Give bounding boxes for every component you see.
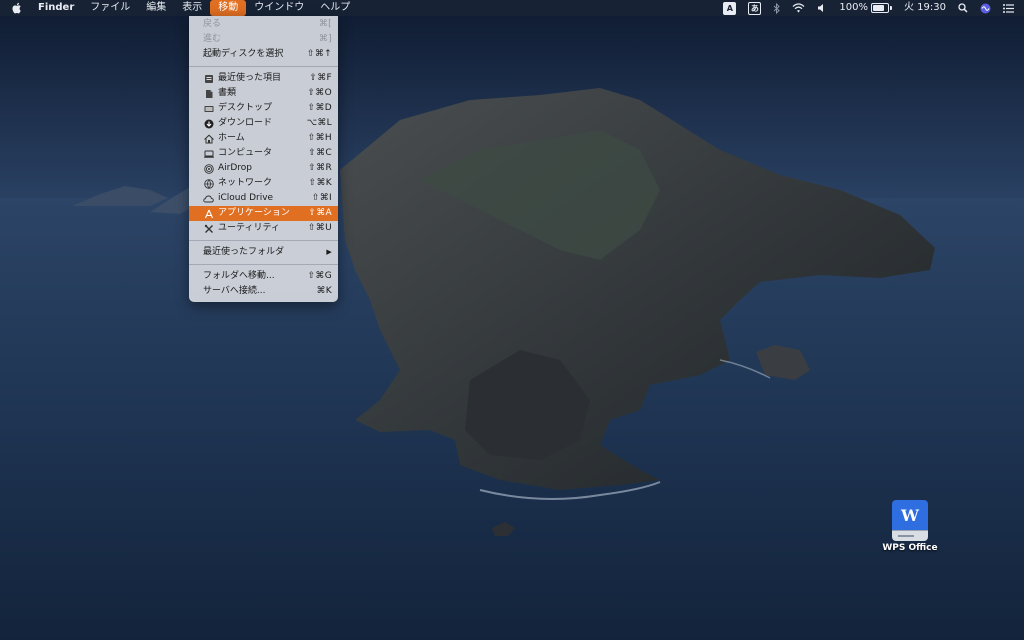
airdrop-icon (203, 163, 214, 174)
menu-item-applications[interactable]: アプリケーション ⇧⌘A (189, 206, 338, 221)
menu-bar: Finder ファイル 編集 表示 移動 ウインドウ ヘルプ A あ 100% … (0, 0, 1024, 16)
menu-item-label: デスクトップ (218, 103, 273, 113)
menu-item-shortcut: ⇧⌘F (309, 73, 332, 83)
menu-item-label: iCloud Drive (218, 193, 274, 203)
menu-item-label: 書類 (218, 88, 237, 98)
menu-item-forward[interactable]: 進む ⌘] (189, 32, 338, 47)
apple-menu-icon[interactable] (0, 0, 30, 16)
menu-separator (189, 240, 338, 241)
submenu-arrow-icon: ▶ (326, 248, 332, 256)
menu-item-label: アプリケーション (218, 208, 290, 218)
desktop-icon (203, 103, 214, 114)
menu-item-shortcut: ⌘[ (318, 19, 332, 29)
clock[interactable]: 火 19:30 (898, 0, 952, 16)
menu-item-network[interactable]: ネットワーク ⇧⌘K (189, 176, 338, 191)
menu-item-downloads[interactable]: ダウンロード ⌥⌘L (189, 116, 338, 131)
wallpaper-island (0, 0, 1024, 640)
menu-item-shortcut: ⇧⌘K (308, 178, 332, 188)
menu-item-utilities[interactable]: ユーティリティ ⇧⌘U (189, 221, 338, 236)
go-menu-dropdown: 戻る ⌘[ 進む ⌘] 起動ディスクを選択 ⇧⌘↑ 最近使った項目 ⇧⌘F 書類… (189, 16, 338, 302)
menu-item-label: 最近使ったフォルダ (203, 247, 285, 257)
menu-item-shortcut: ⌘] (318, 34, 332, 44)
input-source-a-label: A (723, 1, 737, 15)
menu-item-shortcut: ⇧⌘U (307, 223, 332, 233)
menu-item-label: AirDrop (218, 163, 253, 173)
input-source-kana-icon[interactable]: あ (742, 0, 767, 16)
network-icon (203, 178, 214, 189)
menu-help[interactable]: ヘルプ (312, 0, 358, 16)
wps-logo: W (892, 500, 928, 530)
menu-item-computer[interactable]: コンピュータ ⇧⌘C (189, 146, 338, 161)
menu-item-label: 最近使った項目 (218, 73, 282, 83)
menu-item-shortcut: ⌘K (316, 286, 332, 296)
menu-item-shortcut: ⇧⌘I (311, 193, 332, 203)
menu-item-label: サーバへ接続... (203, 286, 266, 296)
menu-item-shortcut: ⇧⌘↑ (307, 49, 332, 59)
menu-item-airdrop[interactable]: AirDrop ⇧⌘R (189, 161, 338, 176)
menu-item-startup-disk[interactable]: 起動ディスクを選択 ⇧⌘↑ (189, 47, 338, 62)
menu-item-home[interactable]: ホーム ⇧⌘H (189, 131, 338, 146)
wifi-icon[interactable] (786, 0, 811, 16)
menu-edit[interactable]: 編集 (138, 0, 174, 16)
input-source-a-icon[interactable]: A (717, 0, 742, 16)
menu-item-shortcut: ⇧⌘D (307, 103, 332, 113)
menu-item-shortcut: ⇧⌘H (307, 133, 332, 143)
menu-item-label: 進む (203, 34, 222, 44)
menu-finder[interactable]: Finder (30, 0, 82, 16)
volume-icon[interactable] (811, 0, 833, 16)
menu-item-go-to-folder[interactable]: フォルダへ移動... ⇧⌘G (189, 269, 338, 284)
menu-item-label: コンピュータ (218, 148, 273, 158)
menu-item-shortcut: ⇧⌘A (308, 208, 332, 218)
home-icon (203, 133, 214, 144)
battery-status[interactable]: 100% (833, 0, 898, 16)
computer-icon (203, 148, 214, 159)
input-source-kana-label: あ (748, 1, 762, 15)
menu-go[interactable]: 移動 (210, 0, 247, 16)
applications-icon (203, 208, 214, 219)
menu-item-shortcut: ⇧⌘O (307, 88, 332, 98)
menu-item-label: フォルダへ移動... (203, 271, 275, 281)
menu-item-recent-folders[interactable]: 最近使ったフォルダ ▶ (189, 245, 338, 260)
menu-item-shortcut: ⇧⌘R (308, 163, 332, 173)
menu-item-label: ユーティリティ (218, 223, 280, 233)
bluetooth-icon[interactable] (767, 0, 786, 16)
menu-item-recents[interactable]: 最近使った項目 ⇧⌘F (189, 71, 338, 86)
menu-separator (189, 264, 338, 265)
menu-item-connect-to-server[interactable]: サーバへ接続... ⌘K (189, 284, 338, 299)
menu-window[interactable]: ウインドウ (246, 0, 312, 16)
utilities-icon (203, 223, 214, 234)
menu-item-shortcut: ⇧⌘C (308, 148, 332, 158)
documents-icon (203, 88, 214, 99)
menu-separator (189, 66, 338, 67)
battery-icon (868, 3, 892, 13)
menu-item-label: 起動ディスクを選択 (203, 49, 284, 59)
menu-item-icloud-drive[interactable]: iCloud Drive ⇧⌘I (189, 191, 338, 206)
recents-icon (203, 73, 214, 84)
downloads-icon (203, 118, 214, 129)
menu-item-desktop[interactable]: デスクトップ ⇧⌘D (189, 101, 338, 116)
menu-view[interactable]: 表示 (174, 0, 210, 16)
menu-file[interactable]: ファイル (82, 0, 138, 16)
icloud-icon (203, 193, 214, 204)
siri-icon[interactable] (974, 0, 997, 16)
wps-disk-icon: W (892, 500, 928, 541)
menu-item-label: 戻る (203, 19, 222, 29)
menu-item-back[interactable]: 戻る ⌘[ (189, 17, 338, 32)
menu-item-label: ネットワーク (218, 178, 273, 188)
menu-item-shortcut: ⇧⌘G (307, 271, 332, 281)
menu-item-label: ホーム (218, 133, 245, 143)
menu-item-label: ダウンロード (218, 118, 273, 128)
desktop: Finder ファイル 編集 表示 移動 ウインドウ ヘルプ A あ 100% … (0, 0, 1024, 640)
menu-item-shortcut: ⌥⌘L (306, 118, 332, 128)
spotlight-search-icon[interactable] (952, 0, 974, 16)
menu-item-documents[interactable]: 書類 ⇧⌘O (189, 86, 338, 101)
battery-percent: 100% (839, 2, 868, 13)
notification-center-icon[interactable] (997, 0, 1024, 16)
desktop-icon-wps-office[interactable]: W WPS Office (872, 500, 948, 564)
desktop-icon-label: WPS Office (882, 543, 938, 553)
